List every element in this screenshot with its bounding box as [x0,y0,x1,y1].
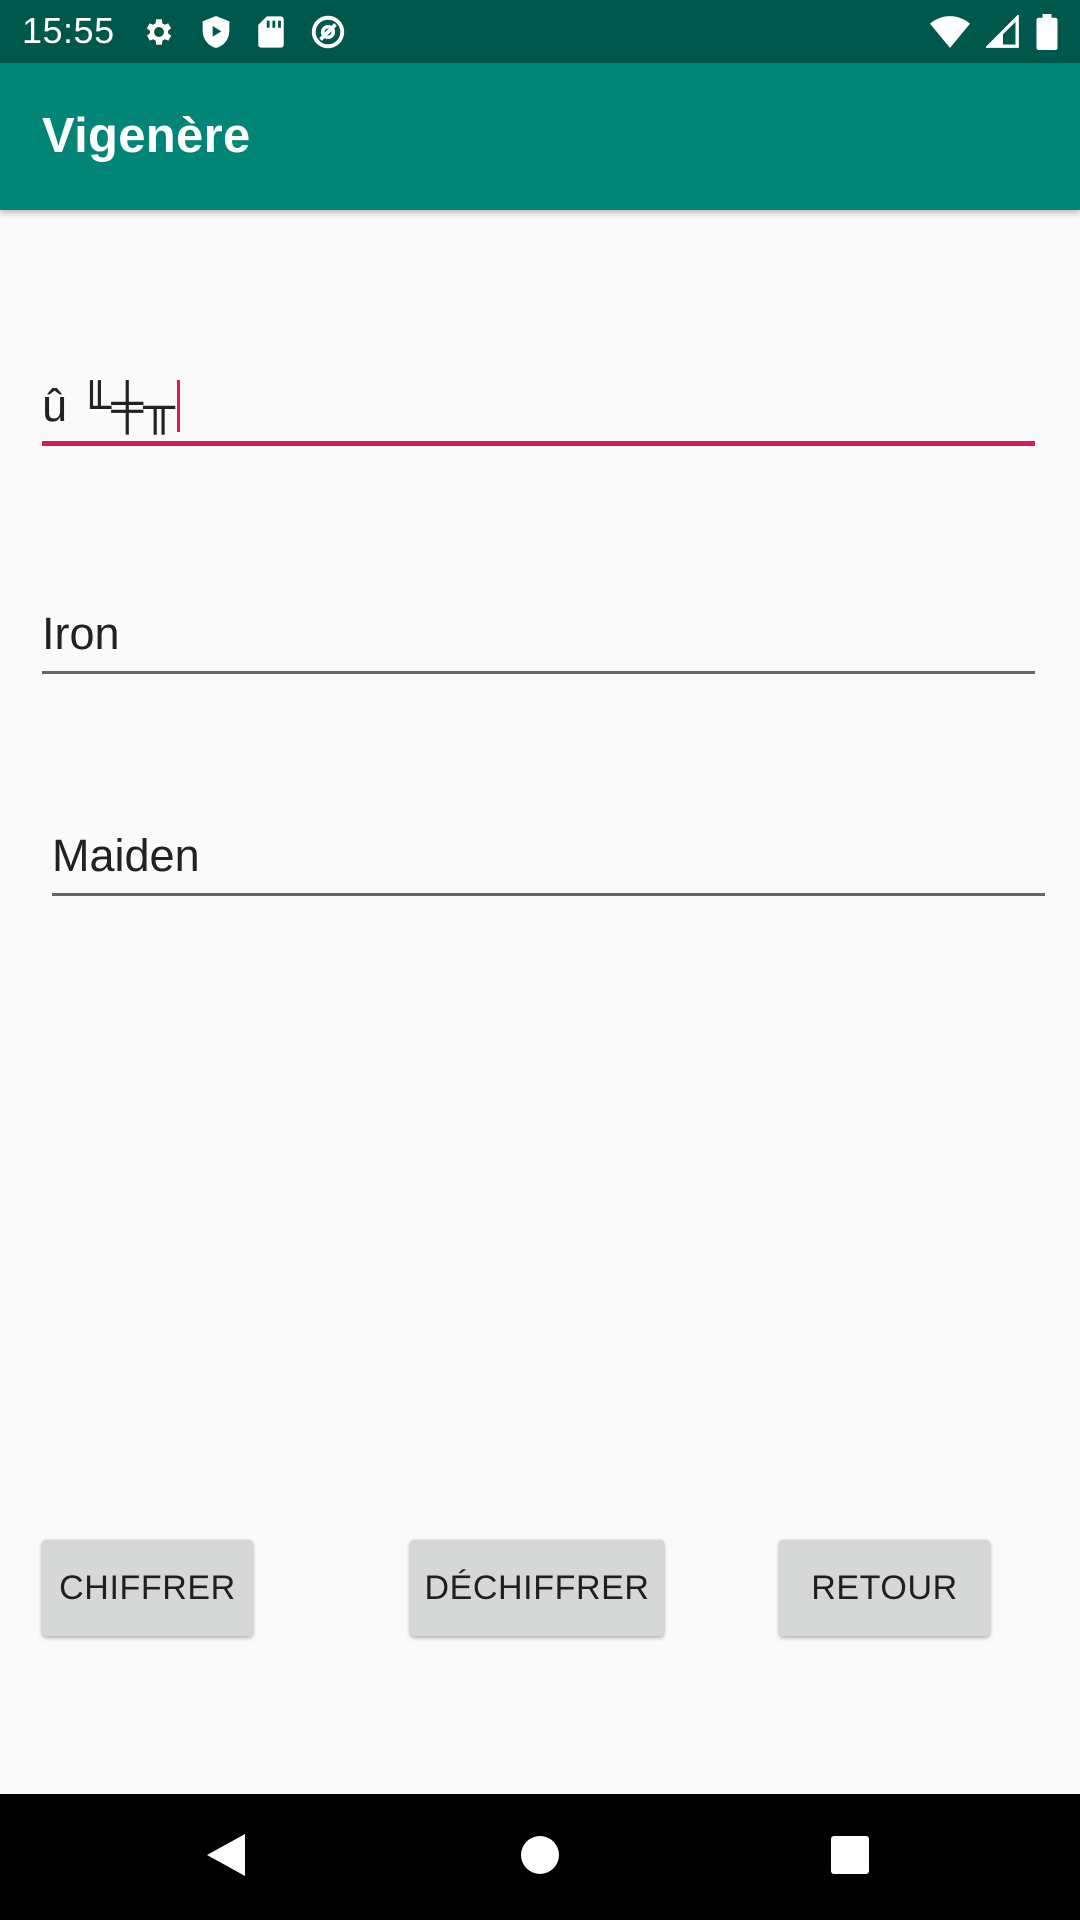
app-bar: Vigenère [0,63,1080,210]
battery-icon [1036,14,1058,50]
recents-icon [830,1835,870,1880]
shield-play-icon [200,14,232,50]
key-underline [42,671,1035,674]
at-sign-icon [310,14,346,50]
settings-icon [142,15,176,49]
plain-text-underline [52,893,1045,896]
nav-recents-button[interactable] [790,1794,910,1920]
back-button[interactable]: RETOUR [779,1540,990,1636]
signal-icon [986,15,1020,49]
home-icon [520,1835,560,1880]
key-value: Iron [42,608,120,659]
back-icon [205,1832,247,1883]
wifi-icon [930,16,970,48]
cipher-text-underline [42,441,1035,446]
status-time: 15:55 [22,10,115,51]
page-title: Vigenère [42,109,251,163]
plain-text-value: Maiden [52,830,200,881]
nav-back-button[interactable] [166,1794,286,1920]
text-cursor [177,380,181,432]
status-icons-left [142,12,346,52]
plain-text-field[interactable]: Maiden [52,818,1045,896]
encrypt-button[interactable]: CHIFFRER [42,1540,253,1636]
decrypt-button[interactable]: DÉCHIFFRER [410,1540,664,1636]
navigation-bar [0,1794,1080,1920]
status-bar: 15:55 [0,0,1080,63]
cipher-text-field[interactable]: û ╙╪╥ [42,370,1035,446]
cipher-text-value: û ╙╪╥ [42,380,176,431]
sd-card-icon [256,15,286,49]
key-field[interactable]: Iron [42,596,1035,674]
status-icons-right [930,12,1058,52]
cipher-text-content: û ╙╪╥ [42,380,181,432]
nav-home-button[interactable] [480,1794,600,1920]
